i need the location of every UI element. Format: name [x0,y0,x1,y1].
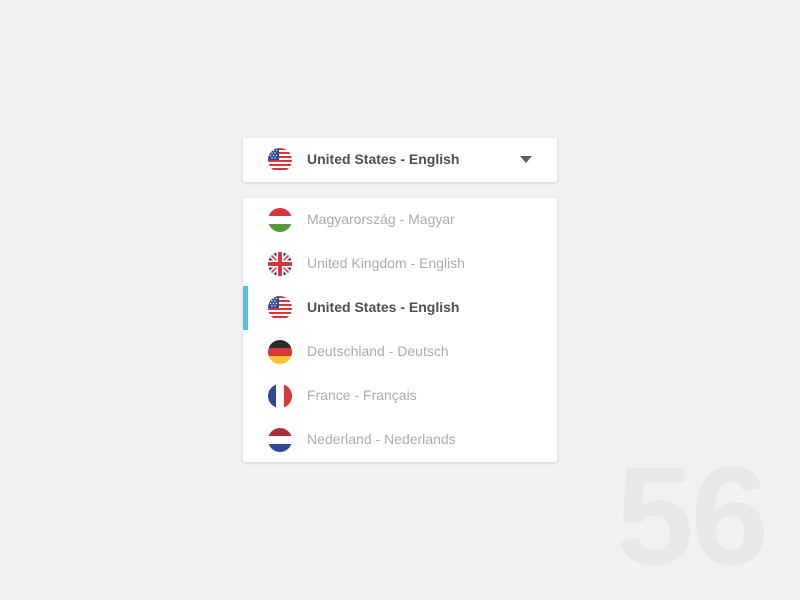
shot-number-watermark: 56 [616,437,769,594]
menu-item-label: United Kingdom - English [307,255,465,271]
flag-us-icon [268,296,292,320]
flag-us-icon [268,148,292,172]
flag-uk-icon [268,252,292,276]
menu-item-label: United States - English [307,299,460,315]
flag-fr-icon [268,384,292,408]
menu-item-france[interactable]: France - Français [243,374,557,418]
flag-de-icon [268,340,292,364]
menu-item-united-kingdom[interactable]: United Kingdom - English [243,242,557,286]
selected-language-label: United States - English [307,151,460,167]
chevron-down-icon[interactable] [520,156,532,163]
menu-item-hungary[interactable]: Magyarország - Magyar [243,198,557,242]
menu-item-label: Nederland - Nederlands [307,431,456,447]
menu-item-netherlands[interactable]: Nederland - Nederlands [243,418,557,462]
menu-item-label: France - Français [307,387,417,403]
flag-hu-icon [268,208,292,232]
language-dropdown-toggle[interactable]: United States - English [243,138,557,182]
menu-item-germany[interactable]: Deutschland - Deutsch [243,330,557,374]
language-menu: Magyarország - Magyar United Kingdom - E… [243,198,557,462]
menu-item-label: Magyarország - Magyar [307,211,455,227]
flag-nl-icon [268,428,292,452]
selected-indicator [243,286,248,330]
menu-item-united-states[interactable]: United States - English [243,286,557,330]
menu-item-label: Deutschland - Deutsch [307,343,449,359]
